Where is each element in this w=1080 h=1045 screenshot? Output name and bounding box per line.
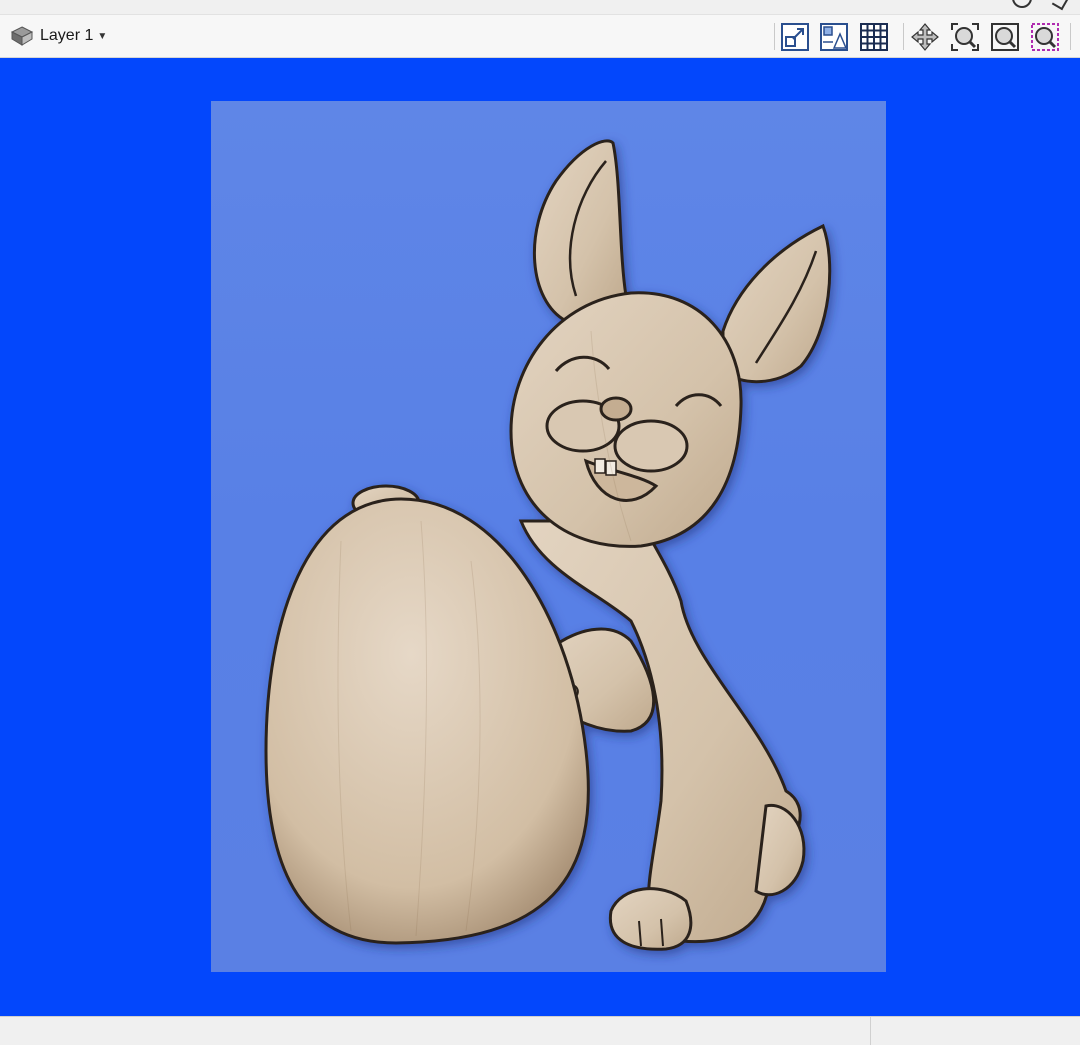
bunny-relief-model	[264, 139, 832, 951]
window-top-strip	[0, 0, 1080, 15]
zoom-fit-button[interactable]	[989, 21, 1021, 53]
toolbar-separator	[774, 23, 775, 50]
layer-icon	[10, 26, 34, 46]
view-toolbar: Layer 1 ▼	[0, 15, 1080, 58]
zoom-all-button[interactable]	[949, 21, 981, 53]
move-button[interactable]	[909, 21, 941, 53]
status-pane-main	[0, 1017, 870, 1045]
zoom-fit-icon	[991, 23, 1019, 51]
grid-icon	[860, 23, 888, 51]
grid-button[interactable]	[858, 21, 890, 53]
relief-panel	[211, 101, 886, 972]
align-button[interactable]	[818, 21, 850, 53]
move-icon	[911, 23, 939, 51]
align-icon	[820, 23, 848, 51]
toolbar-separator	[903, 23, 904, 50]
zoom-selection-button[interactable]	[1029, 21, 1061, 53]
layer-name: Layer 1	[40, 27, 94, 44]
toolbar-separator	[1070, 23, 1071, 50]
help-icon[interactable]	[1012, 0, 1032, 8]
scale-icon	[781, 23, 809, 51]
3d-viewport[interactable]	[0, 58, 1080, 1016]
status-pane-secondary	[870, 1017, 1080, 1045]
zoom-all-icon	[951, 23, 979, 51]
status-bar	[0, 1016, 1080, 1045]
chevron-down-icon: ▼	[97, 30, 108, 42]
layer-selector[interactable]: Layer 1 ▼	[10, 23, 107, 49]
zoom-selection-icon	[1031, 23, 1059, 51]
pin-icon[interactable]	[1051, 0, 1069, 11]
scale-button[interactable]	[779, 21, 811, 53]
